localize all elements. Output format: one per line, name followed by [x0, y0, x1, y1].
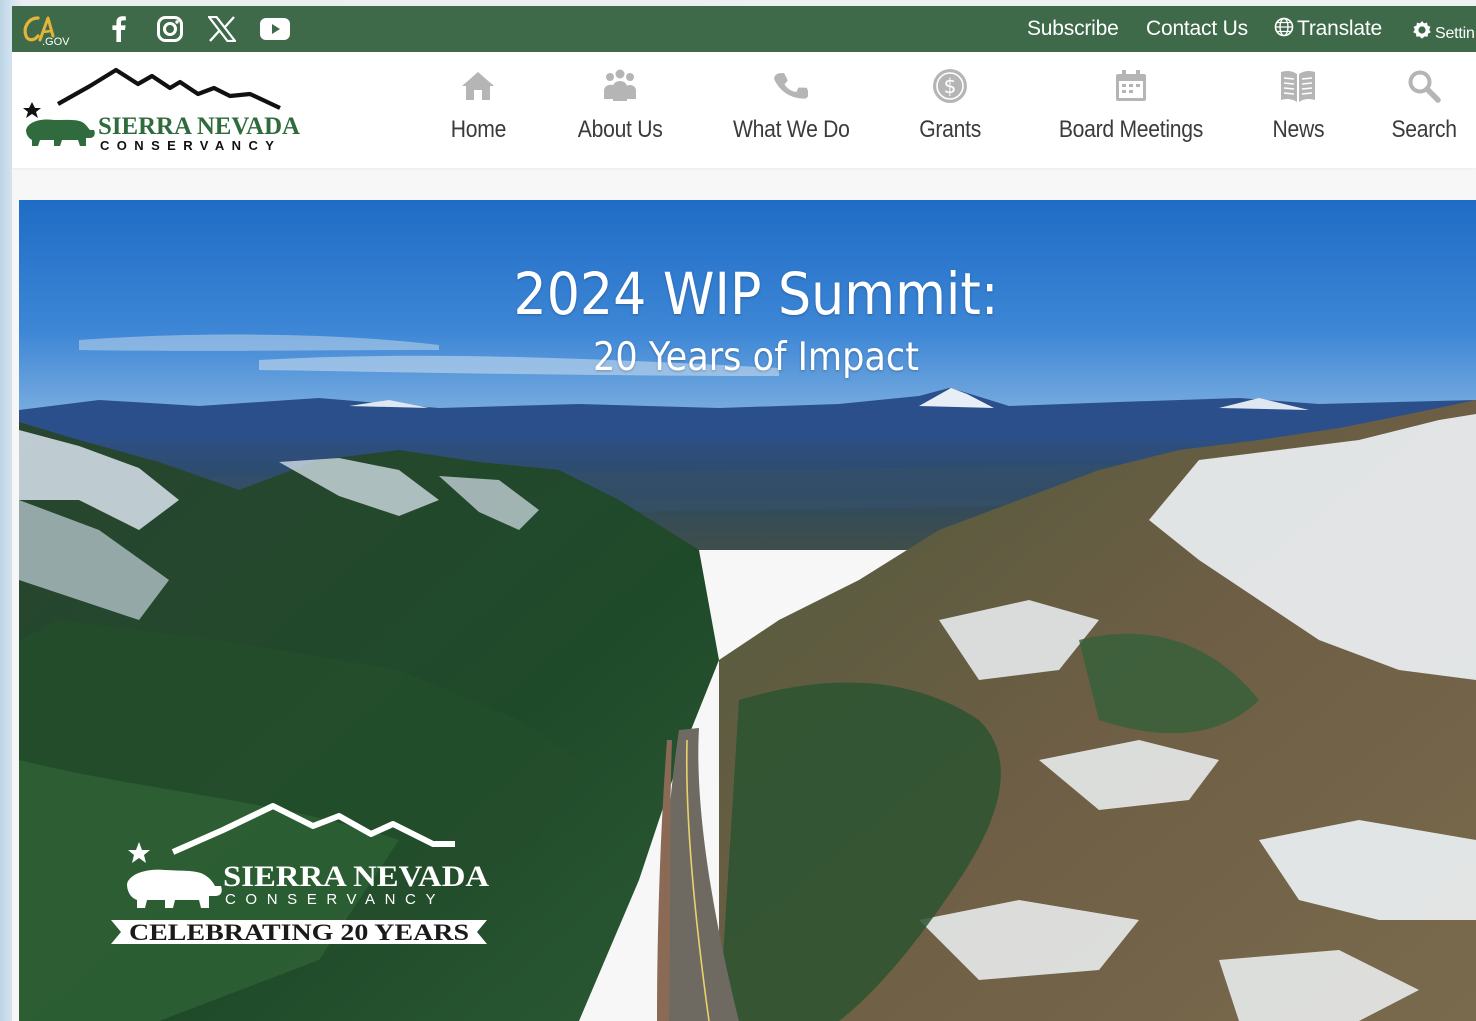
nav-search[interactable]: Search [1382, 66, 1466, 154]
nav-news[interactable]: News [1258, 66, 1338, 154]
nav-label: Home [450, 116, 506, 143]
settings-link[interactable]: Settin [1412, 20, 1475, 45]
nav-home[interactable]: Home [438, 66, 518, 154]
nav-label: Search [1391, 116, 1457, 143]
svg-text:SIERRA NEVADA: SIERRA NEVADA [98, 113, 300, 140]
nav-what-we-do[interactable]: What We Do [721, 66, 861, 154]
svg-text:CELEBRATING 20 YEARS: CELEBRATING 20 YEARS [129, 920, 469, 945]
hero-title: 2024 WIP Summit: [513, 260, 999, 328]
site-header: SIERRA NEVADA CONSERVANCY Home About Us … [12, 52, 1476, 168]
svg-text:$: $ [944, 74, 957, 98]
svg-text:SIERRA NEVADA: SIERRA NEVADA [223, 860, 489, 893]
subscribe-link[interactable]: Subscribe [1027, 17, 1119, 41]
facebook-icon[interactable] [104, 14, 134, 44]
contact-us-link[interactable]: Contact Us [1146, 17, 1248, 41]
gear-icon [1412, 20, 1432, 45]
hero-subtitle: 20 Years of Impact [593, 335, 919, 380]
nav-board-meetings[interactable]: Board Meetings [1046, 66, 1216, 154]
svg-text:CONSERVANCY: CONSERVANCY [225, 891, 445, 908]
nav-label: What We Do [732, 116, 850, 143]
utility-bar: .GOV Subscribe Contact Us Translate Sett… [12, 6, 1476, 52]
hero-banner[interactable]: 2024 WIP Summit: 20 Years of Impact SIER… [19, 200, 1476, 1021]
nav-grants[interactable]: $ Grants [910, 66, 990, 154]
nav-label: News [1272, 116, 1324, 143]
nav-label: About Us [577, 116, 663, 143]
nav-label: Grants [919, 116, 981, 143]
newspaper-icon [1278, 66, 1318, 106]
youtube-icon[interactable] [258, 14, 292, 44]
people-icon [600, 66, 640, 106]
nav-label: Board Meetings [1058, 116, 1204, 143]
site-logo[interactable]: SIERRA NEVADA CONSERVANCY [20, 64, 310, 156]
svg-text:CONSERVANCY: CONSERVANCY [100, 138, 281, 153]
translate-label: Translate [1297, 17, 1382, 40]
calendar-icon [1111, 66, 1151, 106]
nav-about-us[interactable]: About Us [565, 66, 675, 154]
x-icon[interactable] [207, 14, 237, 44]
instagram-icon[interactable] [155, 14, 185, 44]
anniversary-logo: SIERRA NEVADA CONSERVANCY CELEBRATING 20… [111, 803, 489, 945]
svg-text:.GOV: .GOV [42, 36, 70, 46]
globe-icon [1274, 17, 1294, 43]
settings-label: Settin [1435, 25, 1475, 42]
translate-link[interactable]: Translate [1274, 17, 1382, 43]
page: .GOV Subscribe Contact Us Translate Sett… [12, 6, 1476, 1021]
phone-icon [771, 66, 811, 106]
dollar-icon: $ [930, 66, 970, 106]
ca-gov-logo[interactable]: .GOV [20, 14, 72, 46]
search-icon [1404, 66, 1444, 106]
home-icon [458, 66, 498, 106]
